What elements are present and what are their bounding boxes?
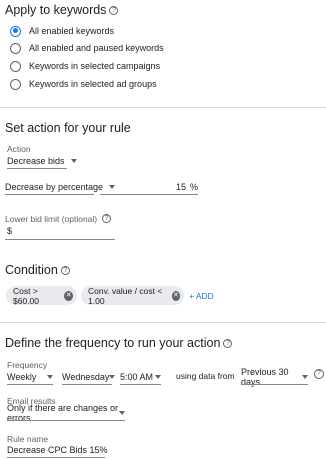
help-icon[interactable]: ? — [314, 369, 324, 379]
condition-section-title: Condition? — [5, 263, 70, 277]
percent-unit: % — [189, 181, 198, 192]
email-results-dropdown[interactable]: Only if there are changes or errors — [7, 403, 125, 423]
percent-input[interactable]: 15 % — [100, 180, 198, 193]
frequency-section-title: Define the frequency to run your action? — [5, 336, 233, 350]
action-dropdown[interactable]: Decrease bids — [7, 154, 77, 167]
chevron-down-icon — [119, 410, 125, 415]
radio-label: All enabled keywords — [29, 26, 115, 36]
period-dropdown[interactable]: Weekly — [7, 370, 53, 383]
radio-selected-ad-groups[interactable]: Keywords in selected ad groups — [10, 78, 157, 90]
time-value: 5:00 AM — [120, 371, 154, 382]
rule-name-input[interactable]: Decrease CPC Bids 15% — [7, 445, 108, 455]
range-dropdown-underline — [241, 384, 308, 385]
help-icon[interactable]: ? — [102, 214, 112, 223]
radio-icon[interactable] — [10, 60, 21, 72]
action-label: Action — [7, 144, 31, 154]
chevron-down-icon — [47, 374, 53, 379]
rule-name-underline — [7, 457, 105, 458]
action-dropdown-underline — [7, 168, 67, 169]
lower-bid-limit-label: Lower bid limit (optional)? — [5, 213, 112, 224]
using-data-from-text: using data from — [176, 371, 235, 381]
lower-bid-limit-label-text: Lower bid limit (optional) — [5, 213, 98, 224]
percent-input-underline — [100, 194, 198, 195]
add-condition-button[interactable]: + ADD — [189, 291, 214, 301]
divider — [0, 107, 326, 108]
remove-chip-icon[interactable]: ✕ — [171, 290, 180, 301]
rule-name-label: Rule name — [7, 434, 49, 444]
lower-bid-limit-prefix: $ — [7, 226, 13, 236]
frequency-section-title-text: Define the frequency to run your action — [5, 336, 221, 350]
radio-icon[interactable] — [10, 78, 21, 90]
divider — [0, 322, 326, 323]
time-dropdown[interactable]: 5:00 AM — [120, 370, 161, 383]
radio-label: All enabled and paused keywords — [29, 43, 164, 53]
chevron-down-icon — [302, 374, 308, 379]
condition-chip[interactable]: Cost > $60.00 ✕ — [6, 285, 77, 306]
help-icon[interactable]: ? — [60, 266, 70, 275]
radio-selected-icon[interactable] — [10, 25, 21, 37]
radio-enabled-and-paused[interactable]: All enabled and paused keywords — [10, 42, 164, 54]
condition-chip[interactable]: Conv. value / cost < 1.00 ✕ — [81, 285, 184, 306]
range-dropdown[interactable]: Previous 30 days — [241, 367, 308, 387]
day-dropdown[interactable]: Wednesday — [62, 370, 116, 383]
chevron-down-icon — [70, 158, 77, 163]
condition-section-title-text: Condition — [5, 263, 58, 277]
apply-section-title-text: Apply to keywords — [5, 3, 107, 17]
radio-all-enabled[interactable]: All enabled keywords — [10, 25, 114, 37]
help-icon[interactable]: ? — [223, 339, 233, 348]
chevron-down-icon — [155, 374, 161, 379]
condition-chip-label: Conv. value / cost < 1.00 — [88, 285, 163, 306]
percent-value: 15 — [175, 181, 186, 192]
condition-chip-label: Cost > $60.00 — [13, 285, 39, 306]
lower-bid-limit-input[interactable] — [5, 239, 115, 240]
day-value: Wednesday — [62, 371, 110, 382]
frequency-label: Frequency — [7, 360, 48, 370]
time-dropdown-underline — [120, 384, 161, 385]
action-section-title: Set action for your rule — [5, 121, 131, 135]
adjust-type-value: Decrease by percentage — [5, 181, 104, 192]
email-results-underline — [7, 420, 125, 421]
adjust-type-dropdown[interactable]: Decrease by percentage — [5, 180, 116, 193]
radio-label: Keywords in selected ad groups — [29, 79, 157, 89]
apply-section-title: Apply to keywords? — [5, 3, 119, 17]
period-dropdown-underline — [7, 384, 53, 385]
chevron-down-icon — [109, 374, 116, 379]
radio-selected-campaigns[interactable]: Keywords in selected campaigns — [10, 60, 160, 72]
help-icon[interactable]: ? — [109, 6, 119, 15]
day-dropdown-underline — [62, 384, 112, 385]
radio-icon[interactable] — [10, 42, 21, 54]
action-dropdown-value: Decrease bids — [7, 155, 65, 166]
radio-label: Keywords in selected campaigns — [29, 61, 161, 71]
adjust-type-underline — [5, 194, 94, 195]
period-value: Weekly — [7, 371, 37, 382]
remove-chip-icon[interactable]: ✕ — [64, 290, 73, 301]
